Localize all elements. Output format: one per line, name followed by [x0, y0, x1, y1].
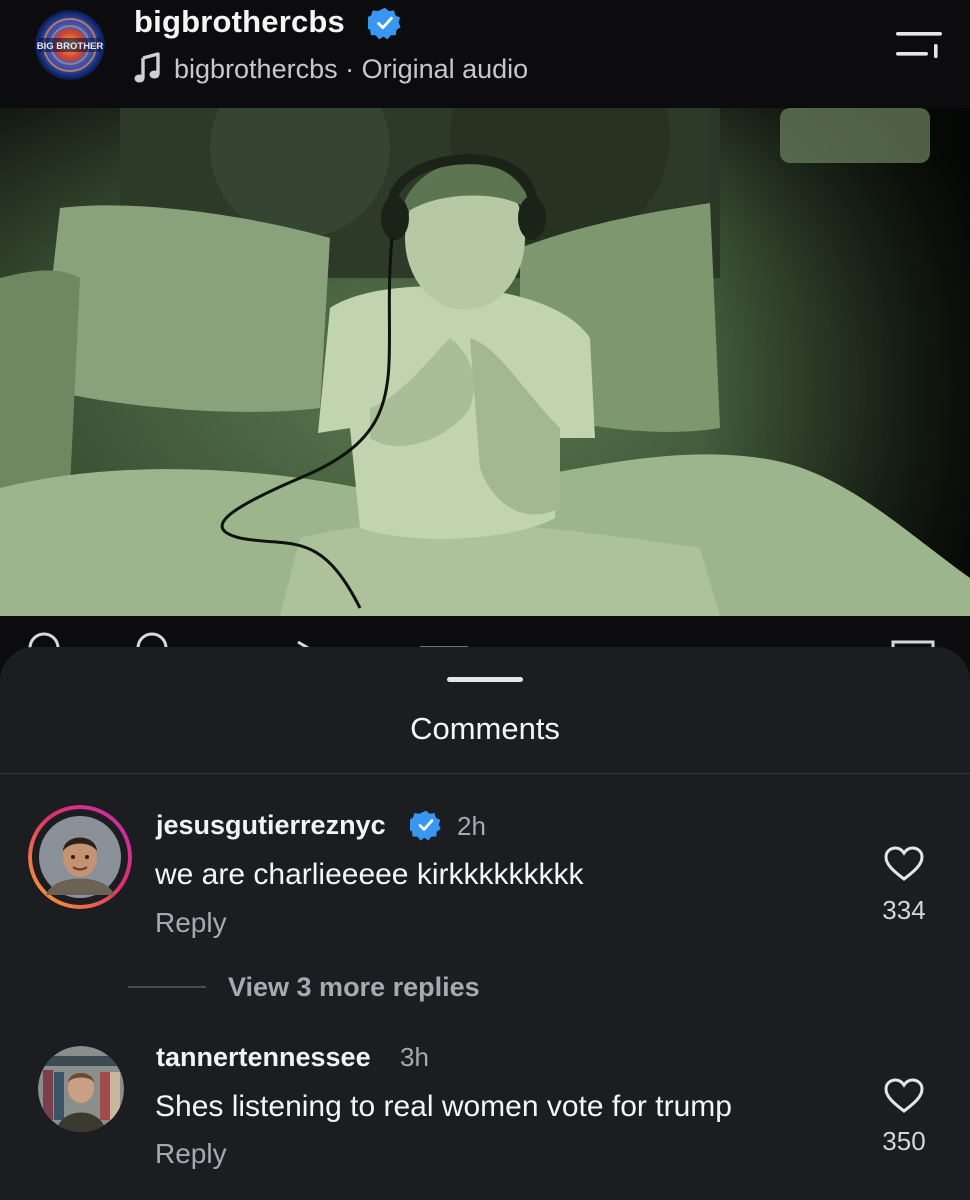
verified-badge-icon: [410, 810, 441, 841]
profile-avatar[interactable]: BIG BROTHER: [35, 10, 105, 80]
sheet-title: Comments: [410, 711, 560, 746]
comment-username[interactable]: jesusgutierreznyc: [156, 810, 386, 841]
heart-icon[interactable]: [884, 846, 924, 882]
replies-divider-line: [128, 986, 206, 988]
view-more-replies-button[interactable]: View 3 more replies: [228, 972, 480, 1003]
header-username[interactable]: bigbrothercbs: [134, 4, 345, 40]
video-frame: [0, 108, 970, 616]
like-count: 350: [882, 1126, 926, 1156]
music-note-icon: [134, 52, 160, 83]
comment-timestamp: 2h: [457, 811, 486, 841]
comment-text: we are charlieeeee kirkkkkkkkkk: [155, 858, 584, 891]
comments-sheet: Comments jesusgutierreznyc 2h we are cha…: [0, 647, 970, 1200]
comment-avatar[interactable]: [38, 1046, 124, 1132]
like-count: 334: [882, 895, 926, 925]
reel-actions-bar: [0, 616, 970, 650]
sheet-drag-handle[interactable]: [447, 677, 523, 682]
sheet-divider: [0, 773, 970, 774]
comment-avatar[interactable]: [28, 805, 132, 909]
reel-video[interactable]: [0, 108, 970, 616]
verified-badge-icon: [368, 7, 401, 40]
like-action-icon: [28, 632, 60, 649]
svg-text:BIG BROTHER: BIG BROTHER: [37, 41, 104, 52]
reel-header: BIG BROTHER bigbrothercbs bigbrothercbs …: [0, 0, 970, 108]
menu-icon[interactable]: [894, 30, 944, 60]
audio-attribution[interactable]: bigbrothercbs · Original audio: [174, 54, 528, 85]
comment-action-icon: [136, 632, 168, 649]
comment-text: Shes listening to real women vote for tr…: [155, 1090, 732, 1123]
reply-button[interactable]: Reply: [155, 1138, 227, 1170]
comment-timestamp: 3h: [400, 1042, 429, 1072]
reply-button[interactable]: Reply: [155, 907, 227, 939]
heart-icon[interactable]: [884, 1078, 924, 1114]
comment-username[interactable]: tannertennessee: [156, 1042, 371, 1073]
